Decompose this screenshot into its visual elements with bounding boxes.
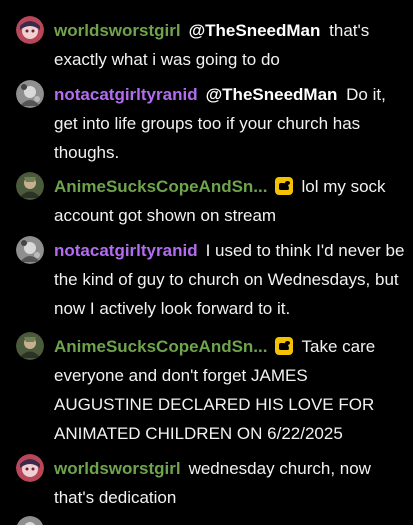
mention[interactable]: @TheSneedMan — [189, 21, 321, 40]
anime-girl-avatar[interactable] — [16, 16, 44, 44]
sub-badge-icon — [275, 337, 294, 355]
green-avatar[interactable] — [16, 332, 44, 360]
username[interactable]: worldsworstgirl — [54, 21, 181, 40]
grey-avatar[interactable] — [16, 516, 44, 525]
username[interactable]: notacatgirltyranid — [54, 241, 198, 260]
username[interactable]: AnimeSucksCopeAndSn... — [54, 337, 267, 356]
anime-girl-avatar[interactable] — [16, 454, 44, 482]
username[interactable]: AnimeSucksCopeAndSn... — [54, 177, 267, 196]
green-avatar[interactable] — [16, 172, 44, 200]
sub-badge-icon — [275, 177, 294, 195]
username[interactable]: worldsworstgirl — [54, 459, 181, 478]
grey-avatar[interactable] — [16, 236, 44, 264]
mention[interactable]: @TheSneedMan — [206, 85, 338, 104]
chat-log: worldsworstgirl @TheSneedMan that's exact… — [0, 0, 413, 525]
username[interactable]: notacatgirltyranid — [54, 85, 198, 104]
grey-avatar[interactable] — [16, 80, 44, 108]
